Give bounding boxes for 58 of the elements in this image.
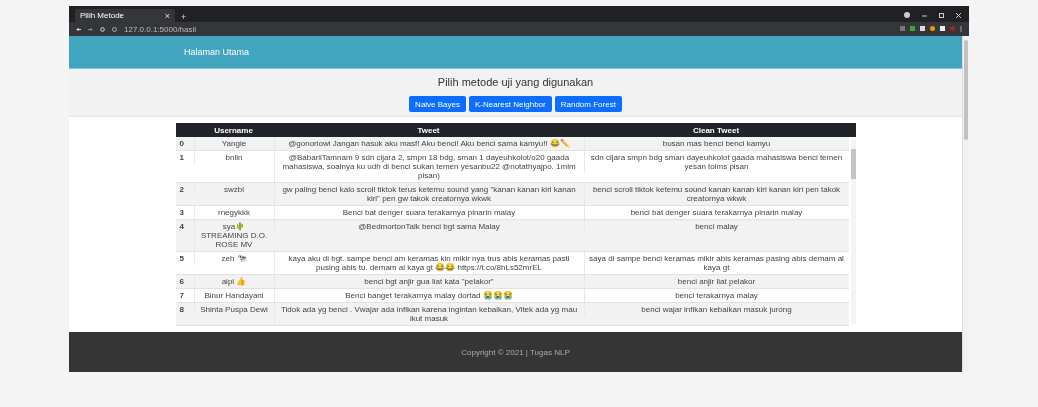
- method-button[interactable]: Random Forest: [554, 96, 622, 112]
- clean-tweet-cell: benci bat denger suara terakarnya pinarin malay: [583, 206, 849, 219]
- row-index: 2: [178, 184, 185, 196]
- clean-tweet-cell: saya di sampe benci keramas mikir abis keramas pasing abis demam al kaya gt: [583, 252, 849, 274]
- tweet-cell: benci bgt anjir gua liat kata "pelakor": [273, 275, 584, 288]
- username-cell: Yangie: [193, 137, 274, 150]
- profile-icon[interactable]: [904, 12, 910, 18]
- tab-title: Pilih Metode: [80, 11, 126, 20]
- clean-tweet-cell: benci wajar infikan kebaikan masuk jurong: [583, 303, 849, 316]
- username-cell: aipl 👍: [193, 275, 274, 288]
- tweet-cell: Tidok ada yg benci . Vwajar ada infikan karena ingintan kebaikan, Vitek ada yg mau ikut masuk: [273, 303, 584, 325]
- back-icon[interactable]: [76, 26, 81, 32]
- clean-tweet-cell: busan mas benci benci kamyu: [583, 137, 849, 150]
- tweet-cell: Benci bat denger suara terakarnya pinarin malay: [273, 206, 584, 219]
- column-header: Username: [213, 125, 254, 135]
- maximize-icon[interactable]: [939, 12, 944, 18]
- username-cell: sya🌵 STREAMING D.O. ROSE MV: [193, 220, 274, 251]
- clean-tweet-cell: benci terakarnya malay: [583, 289, 849, 302]
- tweet-cell: @BedmortonTalk benci bgt sama Malay: [273, 220, 584, 233]
- row-index: 1: [178, 152, 185, 164]
- table-scrollbar[interactable]: [850, 139, 856, 324]
- row-index: 3: [178, 207, 185, 219]
- clean-tweet-cell: benci malay: [583, 220, 849, 233]
- tweet-cell: Benci banget terakarnya malay dortad 😭😭😭: [273, 289, 584, 302]
- method-button[interactable]: K-Nearest Neighbor: [469, 96, 552, 112]
- minimize-icon[interactable]: [922, 12, 927, 18]
- info-icon: [112, 26, 117, 32]
- forward-icon[interactable]: [88, 26, 93, 32]
- clean-tweet-cell: sdn cijara smpn bdg sman dayeuhkolot gaada mahasiswa benci temen yesan tolms pisan: [583, 151, 849, 173]
- row-index: 8: [178, 304, 185, 316]
- row-index: 4: [178, 221, 185, 233]
- row-index: 6: [178, 276, 185, 288]
- tweet-cell: gw paling benci kalo scroll tiktok terus ketemu sound yang "kanan kanan kiri kanan kiri" pen gw takok creatornya wkwk: [273, 183, 584, 205]
- username-cell: rnegykkk: [193, 206, 274, 219]
- username-cell: Binur Handayani: [193, 289, 274, 302]
- username-cell: Shinta Puspa Dewi: [193, 303, 274, 316]
- column-header: Clean Tweet: [691, 125, 741, 135]
- row-index: 0: [178, 138, 185, 150]
- tweet-cell: @BabariiTamnam 9 sdn cijara 2, smpn 18 bdg, sman 1 dayeuhkolot/o20 gaada mahasiswa, soalnya ku udh di benci sukan temen yesanbu22 @notathyajpo. 1mlm pisan): [273, 151, 584, 182]
- section-heading: Pilih metode uji yang digunakan: [437, 76, 594, 88]
- row-index: 7: [178, 290, 185, 302]
- tweet-cell: kaya aku di bgt. sampe benci am keramas kin mikir nya trus abis keramas pasti pusing abis tu. demam al kaya gt 😂😂 https://t.co/8hLs52mrEL: [273, 252, 584, 274]
- clean-tweet-cell: benci scroll tiktok ketemu sound kanan kanan kiri kanan kiri pen takok creatornya wkwk: [583, 183, 849, 205]
- url-text[interactable]: 127.0.0.1:5000/hasil: [124, 24, 197, 34]
- clean-tweet-cell: benci anjir liat pelakor: [583, 275, 849, 288]
- tweet-cell: @gonoriowi Jangan hasuk aku masf! Aku benci! Aku benci sama kamyu!! 😂✏: [273, 137, 584, 150]
- username-cell: zeh 🐄: [193, 252, 274, 265]
- close-tab-icon[interactable]: ×: [164, 10, 170, 21]
- browser-tab[interactable]: Pilih Metode ×: [75, 9, 175, 22]
- close-icon[interactable]: [956, 12, 961, 18]
- new-tab-icon[interactable]: +: [181, 12, 187, 22]
- reload-icon[interactable]: [100, 26, 105, 32]
- method-button[interactable]: Naive Bayes: [409, 96, 467, 112]
- username-cell: swzbl: [193, 183, 274, 196]
- row-index: 5: [178, 253, 185, 265]
- column-header: Tweet: [416, 125, 441, 135]
- username-cell: bnlin: [193, 151, 274, 164]
- footer-copyright: Copyright © 2021 | Tugas NLP: [461, 347, 570, 357]
